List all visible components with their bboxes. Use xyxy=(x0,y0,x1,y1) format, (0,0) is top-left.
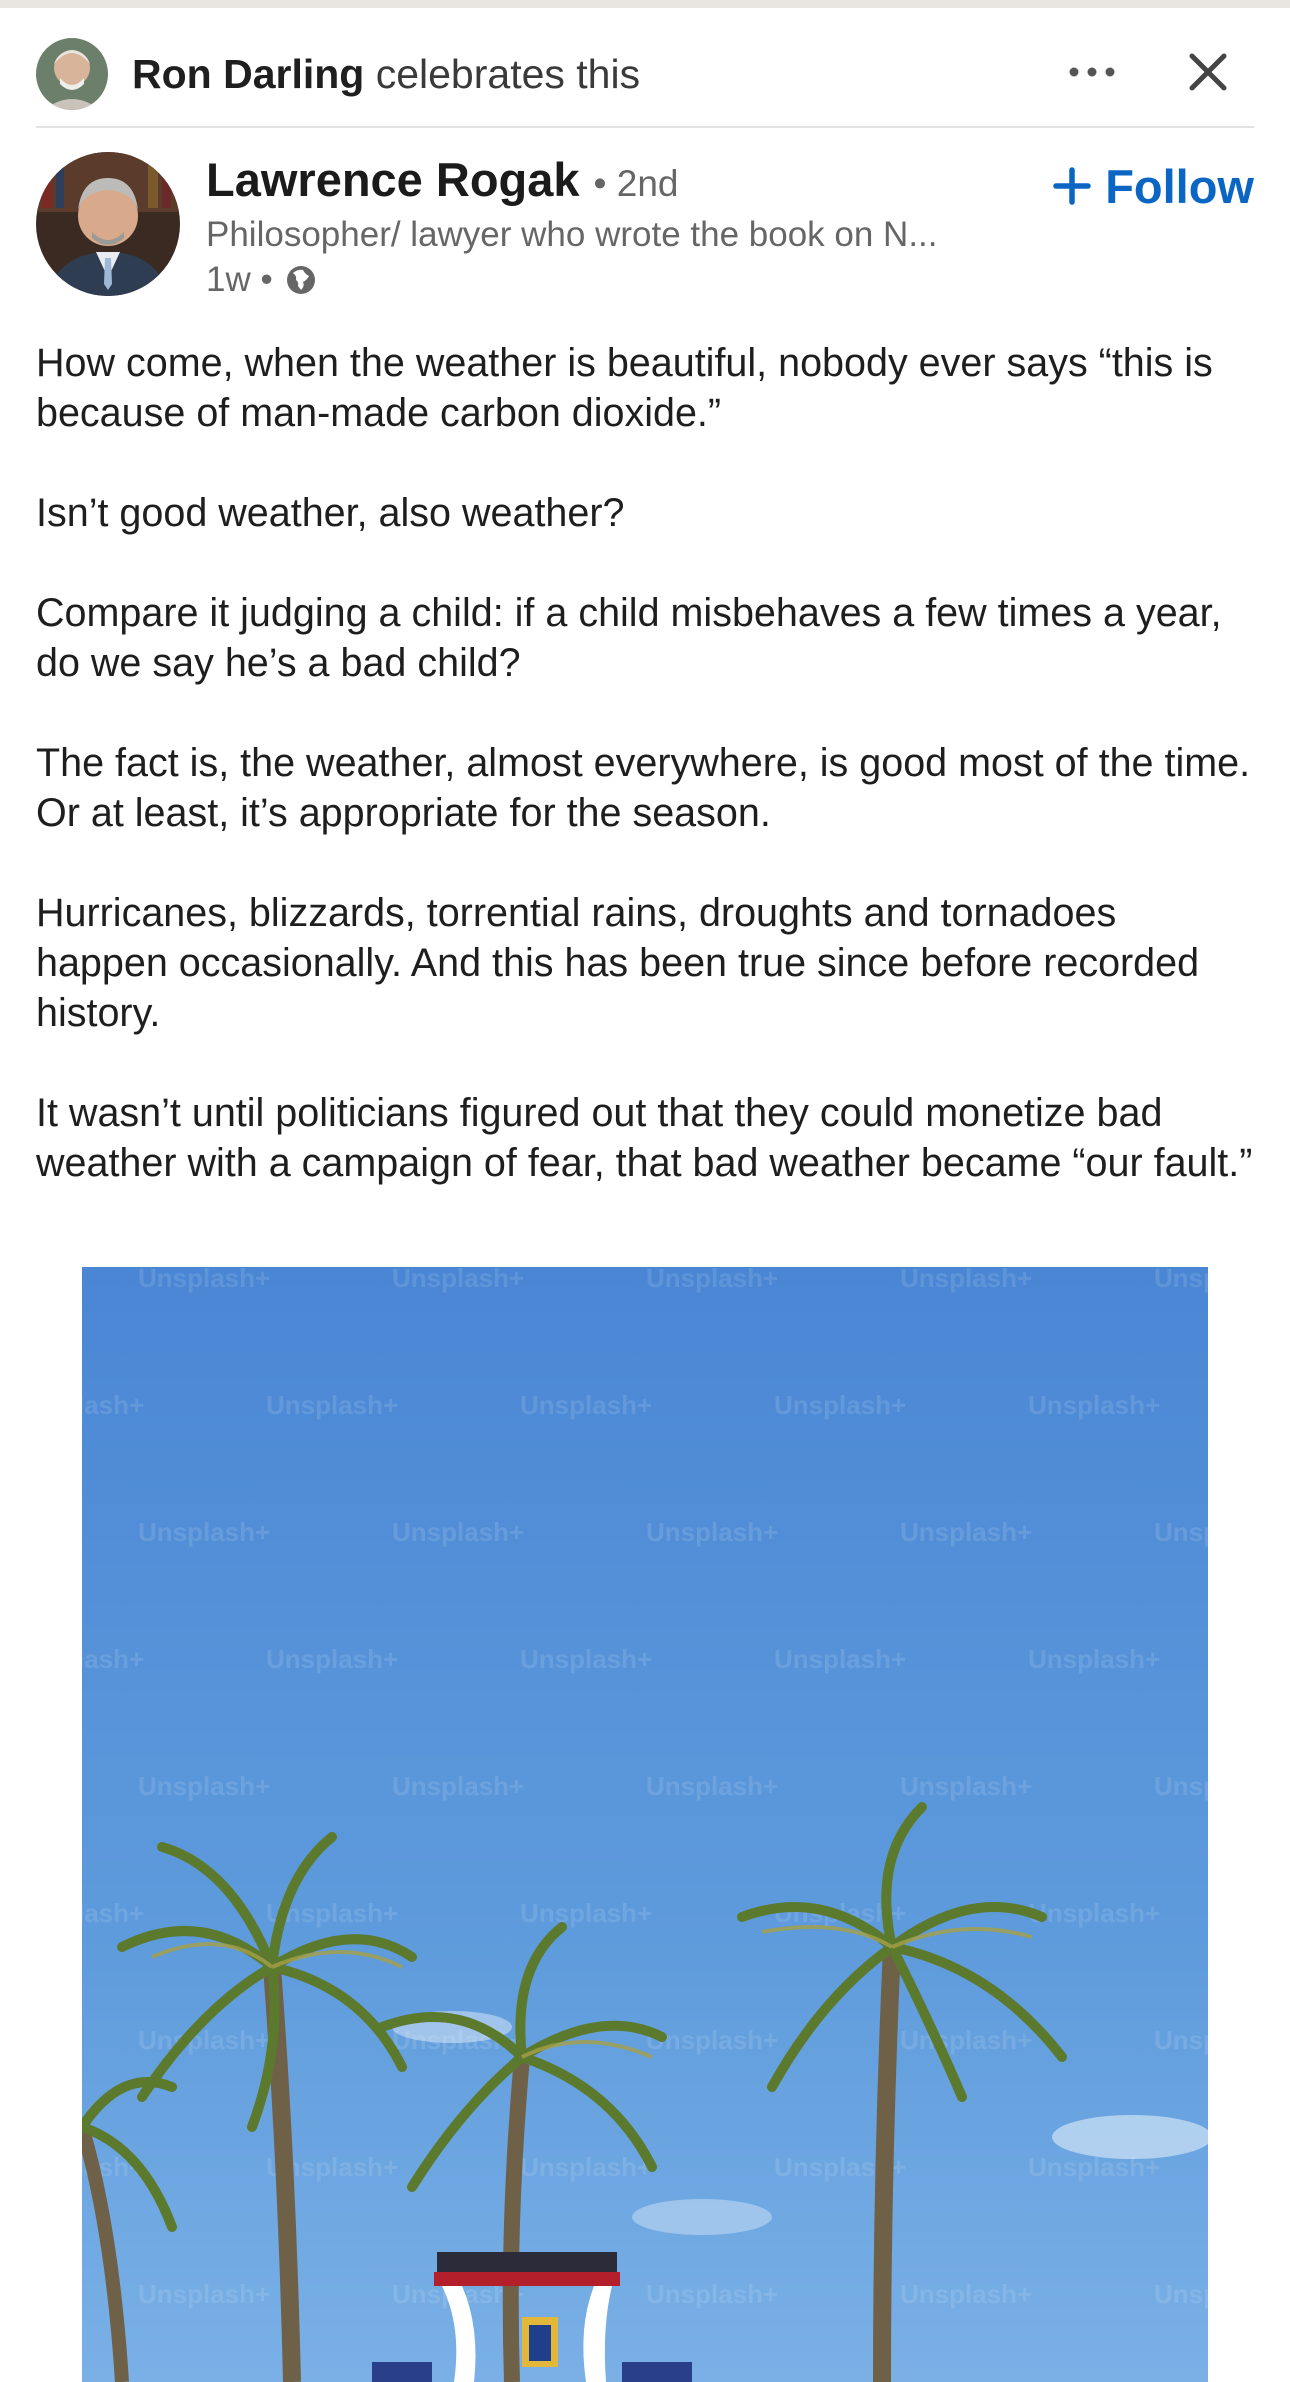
image-watermark: Unsplash+ xyxy=(774,1644,906,1674)
author-info: Lawrence Rogak • 2nd Philosopher/ lawyer… xyxy=(206,152,1046,302)
image-watermark: Unsplash+ xyxy=(138,2025,270,2055)
post-text: How come, when the weather is beautiful,… xyxy=(36,338,1258,1188)
author-headline: Philosopher/ lawyer who wrote the book o… xyxy=(206,215,938,254)
post-author: Lawrence Rogak • 2nd Philosopher/ lawyer… xyxy=(36,152,1254,302)
image-watermark: Unsplash+ xyxy=(392,1267,524,1293)
image-watermark: Unsplash+ xyxy=(1154,2025,1208,2055)
image-watermark: Unsplash+ xyxy=(900,1517,1032,1547)
image-watermark: Unsplash+ xyxy=(138,2279,270,2309)
image-watermark: Unsplash+ xyxy=(1154,1267,1208,1293)
post-image[interactable]: Unsplash+ Unsplash+ Unsplash+ Unsplash+ Unsp… xyxy=(82,1267,1208,2382)
post-paragraph: It wasn’t until politicians figured out … xyxy=(36,1091,1253,1185)
image-watermark: Unsplash+ xyxy=(900,2279,1032,2309)
image-watermark: Unsplash+ xyxy=(392,1771,524,1801)
image-watermark: Unsplash+ xyxy=(520,1644,652,1674)
image-watermark: Unsplash+ xyxy=(646,1517,778,1547)
follow-button[interactable]: Follow xyxy=(1053,156,1254,216)
image-watermark: Unsplash+ xyxy=(1028,1390,1160,1420)
image-watermark: Unsplash+ xyxy=(82,1644,144,1674)
social-context-header: Ron Darling celebrates this xyxy=(36,22,1254,126)
more-options-button[interactable] xyxy=(1060,42,1124,106)
image-watermark: Unsplash+ xyxy=(138,1267,270,1293)
image-watermark: Unsplash+ xyxy=(646,2279,778,2309)
post-paragraph: Hurricanes, blizzards, torrential rains,… xyxy=(36,891,1200,1035)
image-watermark: Unsplash+ xyxy=(392,1517,524,1547)
social-context-text: Ron Darling celebrates this xyxy=(132,51,640,98)
image-watermark: Unsplash+ xyxy=(138,1517,270,1547)
image-watermark: Unsplash+ xyxy=(520,1898,652,1928)
post-paragraph: The fact is, the weather, almost everywh… xyxy=(36,741,1251,835)
follow-label: Follow xyxy=(1105,159,1254,213)
author-avatar[interactable] xyxy=(36,152,180,296)
plus-icon xyxy=(1053,167,1091,205)
image-watermark: Unsplash+ xyxy=(1154,2279,1208,2309)
image-watermark: Unsplash+ xyxy=(1028,1898,1160,1928)
close-button[interactable] xyxy=(1176,42,1240,106)
ellipsis-horizontal-icon xyxy=(1068,65,1116,83)
image-watermark: Unsplash+ xyxy=(900,1771,1032,1801)
close-icon xyxy=(1188,52,1228,97)
post-detail-page: Ron Darling celebrates this Lawrence Rog… xyxy=(0,0,1290,2382)
image-watermark: Unsplash+ xyxy=(266,1644,398,1674)
image-watermark: Unsplash+ xyxy=(82,1390,144,1420)
actor-name[interactable]: Ron Darling xyxy=(132,51,364,97)
image-watermark: Unsplash+ xyxy=(520,1390,652,1420)
image-watermark: Unsplash+ xyxy=(1028,2152,1160,2182)
actor-avatar[interactable] xyxy=(36,38,108,110)
post-meta: 1w • xyxy=(206,258,1046,302)
globe-icon xyxy=(285,264,317,296)
author-name-row: Lawrence Rogak • 2nd xyxy=(206,152,1046,216)
image-watermark: Unsplash+ xyxy=(520,2152,652,2182)
image-watermark: Unsplash+ xyxy=(900,2025,1032,2055)
author-name[interactable]: Lawrence Rogak xyxy=(206,152,580,207)
social-action: celebrates this xyxy=(364,50,641,97)
image-watermark: Unsplash+ xyxy=(266,1390,398,1420)
image-watermark: Unsplash+ xyxy=(138,1771,270,1801)
post-paragraph: Isn’t good weather, also weather? xyxy=(36,491,625,535)
image-watermark: Unsplash+ xyxy=(1154,1771,1208,1801)
image-watermark: Unsplash+ xyxy=(1028,1644,1160,1674)
image-watermark: Unsplash+ xyxy=(1154,1517,1208,1547)
post-paragraph: Compare it judging a child: if a child m… xyxy=(36,591,1222,685)
post-paragraph: How come, when the weather is beautiful,… xyxy=(36,341,1213,435)
connection-degree: • 2nd xyxy=(593,163,679,204)
image-watermark: Unsplash+ xyxy=(774,1390,906,1420)
image-watermark: Unsplash+ xyxy=(646,1267,778,1293)
image-watermark: Unsplash+ xyxy=(646,1771,778,1801)
image-watermark: Unsplash+ xyxy=(900,1267,1032,1293)
header-actions xyxy=(1060,22,1240,126)
post-time: 1w • xyxy=(206,260,273,299)
status-strip xyxy=(0,0,1290,8)
image-watermark: Unsplash+ xyxy=(82,1898,144,1928)
header-divider xyxy=(36,126,1254,128)
